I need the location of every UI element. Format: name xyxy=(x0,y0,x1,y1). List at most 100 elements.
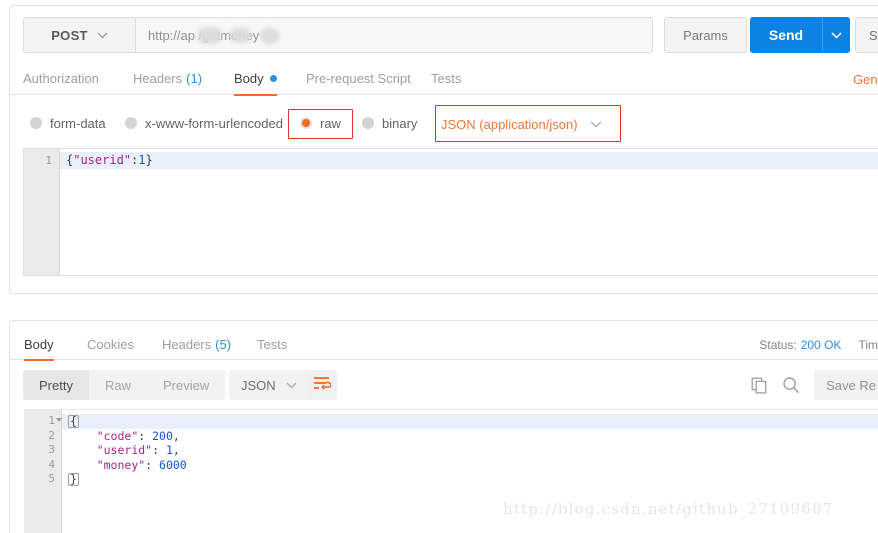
code-token-key: "userid" xyxy=(73,153,132,167)
line-number: 4 xyxy=(48,457,55,471)
unsaved-dot-icon xyxy=(269,75,277,82)
code-token-brace-open: { xyxy=(68,414,79,428)
http-method-selector[interactable]: POST xyxy=(23,17,135,53)
redaction-blur-2 xyxy=(229,28,252,43)
time-label: Time: xyxy=(858,337,878,352)
code-token-key: "money" xyxy=(96,457,146,472)
tab-tests-label: Tests xyxy=(431,71,462,86)
response-tab-headers[interactable]: Headers (5) xyxy=(162,329,231,360)
params-button[interactable]: Params xyxy=(664,17,747,53)
response-code-line: { xyxy=(62,414,878,429)
response-code-line: "code": 200, xyxy=(96,428,180,443)
tab-pre-request-script[interactable]: Pre-request Script xyxy=(306,64,411,95)
annotation-box-raw xyxy=(288,109,353,139)
response-tab-headers-count: (5) xyxy=(215,337,232,352)
copy-icon[interactable] xyxy=(751,377,768,394)
line-number-text: 1 xyxy=(48,414,55,427)
response-tab-tests-label: Tests xyxy=(257,337,288,352)
search-icon[interactable] xyxy=(782,376,800,394)
response-tab-body[interactable]: Body xyxy=(24,329,54,361)
tab-headers-label: Headers xyxy=(133,71,183,86)
tab-headers[interactable]: Headers (1) xyxy=(133,64,202,95)
content-type-label: JSON (application/json) xyxy=(441,116,578,132)
chevron-down-icon xyxy=(97,32,108,39)
tab-authorization-label: Authorization xyxy=(23,71,99,86)
response-toolbar: Pretty Raw Preview JSON Save Re xyxy=(10,368,878,406)
tab-headers-count: (1) xyxy=(186,71,203,86)
request-panel: POST http://ap /getmoney Params Send Sav… xyxy=(9,5,878,294)
radio-unselected-icon xyxy=(362,117,374,129)
postman-window: POST http://ap /getmoney Params Send Sav… xyxy=(0,0,878,533)
response-action-group: Save Re xyxy=(751,370,878,400)
code-line: {"userid":1} xyxy=(60,152,878,169)
view-mode-preview[interactable]: Preview xyxy=(147,370,225,400)
line-number: 2 xyxy=(48,428,55,442)
response-tab-tests[interactable]: Tests xyxy=(257,329,287,360)
line-number: 1 xyxy=(45,154,52,167)
code-token-number: 200 xyxy=(152,428,173,443)
radio-unselected-icon xyxy=(125,117,137,129)
code-token-comma: , xyxy=(172,443,180,457)
chevron-down-icon xyxy=(286,382,297,389)
url-input[interactable]: http://ap /getmoney xyxy=(135,17,653,53)
send-button-group: Send xyxy=(750,17,850,53)
radio-binary-label: binary xyxy=(382,115,418,131)
view-mode-raw[interactable]: Raw xyxy=(89,370,147,400)
save-response-button[interactable]: Save Re xyxy=(814,370,878,400)
response-tab-cookies[interactable]: Cookies xyxy=(87,329,134,360)
response-tab-cookies-label: Cookies xyxy=(87,337,134,352)
status-value: 200 OK xyxy=(800,337,842,352)
content-type-selector[interactable]: JSON (application/json) xyxy=(441,114,602,134)
response-tab-bar: Body Cookies Headers (5) Tests Status: 20… xyxy=(10,329,878,361)
response-editor-gutter: 1 2 3 4 5 xyxy=(24,410,62,533)
request-tab-bar: Authorization Headers (1) Body Pre-reque… xyxy=(10,64,878,96)
view-mode-pretty[interactable]: Pretty xyxy=(23,370,89,400)
line-number: 3 xyxy=(48,443,55,456)
code-token-number: 1 xyxy=(138,153,146,167)
line-number: 5 xyxy=(48,472,55,485)
response-code-line: "userid": 1, xyxy=(96,443,180,457)
radio-form-data-label: form-data xyxy=(50,115,106,131)
code-token-key: "code" xyxy=(96,428,139,443)
response-format-label: JSON xyxy=(241,377,276,393)
code-token-key: "userid" xyxy=(96,443,153,457)
response-format-selector[interactable]: JSON xyxy=(229,370,309,400)
tab-body[interactable]: Body xyxy=(234,64,277,96)
request-editor-code[interactable]: {"userid":1} xyxy=(60,149,878,275)
code-token-number: 6000 xyxy=(159,457,187,472)
code-token-brace-close: } xyxy=(68,472,79,486)
code-token-brace-close: } xyxy=(145,153,153,167)
response-tab-body-label: Body xyxy=(24,337,54,352)
code-token-number: 1 xyxy=(165,443,173,457)
generate-code-link[interactable]: Gener xyxy=(853,64,878,95)
radio-form-data[interactable]: form-data xyxy=(30,105,106,141)
tab-pre-request-script-label: Pre-request Script xyxy=(306,71,411,86)
radio-binary[interactable]: binary xyxy=(362,105,417,141)
send-options-button[interactable] xyxy=(822,17,850,53)
tab-authorization[interactable]: Authorization xyxy=(23,64,99,95)
code-token-comma: , xyxy=(172,428,180,443)
response-code-line: } xyxy=(62,472,878,487)
radio-x-www-form-urlencoded[interactable]: x-www-form-urlencoded xyxy=(125,105,283,141)
radio-x-www-form-urlencoded-label: x-www-form-urlencoded xyxy=(145,115,283,131)
tab-tests[interactable]: Tests xyxy=(431,64,461,95)
request-editor-gutter: 1 xyxy=(24,149,60,275)
tab-body-label: Body xyxy=(234,71,264,86)
http-method-label: POST xyxy=(51,27,88,43)
response-code-line: "money": 6000 xyxy=(96,457,187,472)
wrap-lines-icon xyxy=(313,376,332,395)
redaction-blur-1 xyxy=(197,27,222,44)
url-bar: POST http://ap /getmoney xyxy=(23,17,653,53)
view-mode-group: Pretty Raw Preview xyxy=(23,370,226,400)
status-badge: Status: 200 OK xyxy=(759,338,841,352)
response-meta: Status:200 OK Time: xyxy=(759,329,878,360)
redaction-blur-3 xyxy=(260,28,280,44)
send-button[interactable]: Send xyxy=(750,17,822,53)
watermark: http://blog.csdn.net/github_27109687 xyxy=(503,500,834,518)
request-body-editor[interactable]: 1 {"userid":1} xyxy=(23,148,878,276)
line-number: 1 xyxy=(24,414,62,429)
save-button[interactable]: Save xyxy=(855,17,878,53)
wrap-lines-button[interactable] xyxy=(307,370,337,400)
radio-unselected-icon xyxy=(30,117,42,129)
chevron-down-icon xyxy=(590,120,602,128)
